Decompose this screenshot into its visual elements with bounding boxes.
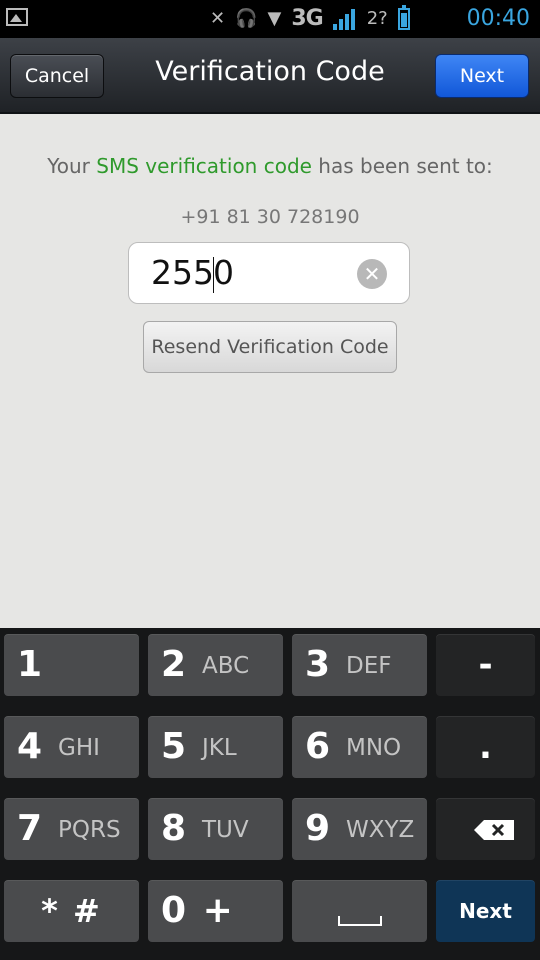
key-letters: ABC xyxy=(202,653,250,679)
key-symbol: . xyxy=(479,727,492,767)
key-letters: WXYZ xyxy=(346,817,415,843)
key-number: 0 + xyxy=(161,890,235,931)
key-number: 3 xyxy=(305,644,331,685)
key-number: 7 xyxy=(17,808,43,849)
headset-icon: 🎧 xyxy=(235,8,258,29)
status-bar: ✕ 🎧 ▼ 3G 2? 00:40 xyxy=(0,0,540,38)
key-number: 6 xyxy=(305,726,331,767)
sim-status: 2? xyxy=(366,8,388,29)
key-symbol: - xyxy=(478,645,493,685)
key-label: Next xyxy=(459,899,512,923)
key-period[interactable]: . xyxy=(436,716,535,778)
gallery-notification-icon xyxy=(6,8,28,26)
status-time: 00:40 xyxy=(466,6,530,31)
key-letters: PQRS xyxy=(58,817,121,843)
key-number: 1 xyxy=(17,644,43,685)
key-9[interactable]: 9 WXYZ xyxy=(292,798,427,860)
key-8[interactable]: 8 TUV xyxy=(148,798,283,860)
key-letters: DEF xyxy=(346,653,392,679)
verification-content: Your SMS verification code has been sent… xyxy=(0,114,540,628)
keypad-next-button[interactable]: Next xyxy=(436,880,535,942)
sent-message: Your SMS verification code has been sent… xyxy=(0,154,540,178)
key-4[interactable]: 4 GHI xyxy=(4,716,139,778)
key-star-hash[interactable]: * # xyxy=(4,880,139,942)
space-icon xyxy=(338,916,382,926)
phone-number: +91 81 30 728190 xyxy=(180,206,360,228)
clear-input-icon[interactable]: ✕ xyxy=(357,259,387,289)
code-after-caret: 0 xyxy=(213,253,234,292)
key-7[interactable]: 7 PQRS xyxy=(4,798,139,860)
key-dash[interactable]: - xyxy=(436,634,535,696)
key-0[interactable]: 0 + xyxy=(148,880,283,942)
key-letters: TUV xyxy=(202,817,249,843)
action-bar: Cancel Verification Code Next xyxy=(0,38,540,114)
message-prefix: Your xyxy=(47,154,97,178)
battery-icon xyxy=(397,5,410,30)
signal-strength-icon xyxy=(332,8,357,30)
message-suffix: has been sent to: xyxy=(311,154,493,178)
backspace-key[interactable] xyxy=(436,798,535,860)
key-letters: JKL xyxy=(202,735,237,761)
key-symbol: * # xyxy=(41,892,102,930)
status-icons: ✕ 🎧 ▼ 3G 2? xyxy=(210,5,410,32)
key-2[interactable]: 2 ABC xyxy=(148,634,283,696)
key-letters: GHI xyxy=(58,735,100,761)
key-number: 5 xyxy=(161,726,187,767)
key-1[interactable]: 1 xyxy=(4,634,139,696)
key-5[interactable]: 5 JKL xyxy=(148,716,283,778)
vibrate-mute-icon: ✕ xyxy=(210,8,226,29)
key-number: 8 xyxy=(161,808,187,849)
verification-code-input[interactable]: 2550 ✕ xyxy=(128,242,410,304)
key-6[interactable]: 6 MNO xyxy=(292,716,427,778)
network-type: 3G xyxy=(291,6,323,31)
code-before-caret: 255 xyxy=(151,253,214,292)
key-3[interactable]: 3 DEF xyxy=(292,634,427,696)
key-number: 2 xyxy=(161,644,187,685)
next-button[interactable]: Next xyxy=(435,54,529,98)
wifi-icon: ▼ xyxy=(267,8,282,29)
key-letters: MNO xyxy=(346,735,402,761)
key-number: 9 xyxy=(305,808,331,849)
numeric-keypad: 1 2 ABC 3 DEF - 4 GHI 5 JKL 6 MNO . 7 PQ… xyxy=(0,628,540,960)
message-highlight: SMS verification code xyxy=(96,154,312,178)
code-value: 2550 xyxy=(151,253,234,293)
space-key[interactable] xyxy=(292,880,427,942)
backspace-icon xyxy=(474,820,514,840)
key-number: 4 xyxy=(17,726,43,767)
resend-code-button[interactable]: Resend Verification Code xyxy=(143,321,397,373)
